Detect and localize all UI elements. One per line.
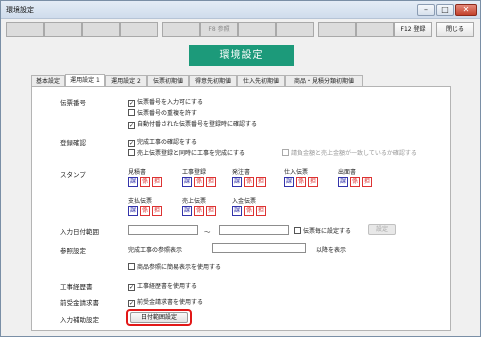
- slip-number-label: 伝票番号: [60, 99, 86, 107]
- stamp-box[interactable]: 課: [128, 177, 138, 187]
- stamp-box[interactable]: 係: [194, 206, 204, 216]
- checkbox-box[interactable]: ✓: [128, 122, 135, 129]
- stamp-group-label: 出面書: [338, 169, 357, 176]
- checkbox-simple-product-ref[interactable]: 商品参照に簡易表示を使用する: [128, 262, 221, 271]
- checkbox-label: 自動付番された伝票番号を登録時に確認する: [137, 121, 258, 128]
- stamp-box[interactable]: 担: [206, 206, 216, 216]
- checkbox-label: 伝票番号を入力可にする: [137, 99, 204, 106]
- stamp-group-label: 発注書: [232, 169, 251, 176]
- stamp-box[interactable]: 係: [194, 177, 204, 187]
- checkbox-label: 商品参照に簡易表示を使用する: [137, 264, 222, 271]
- checkbox-box[interactable]: ✓: [128, 300, 135, 307]
- checkbox-complete-with-sales[interactable]: 売上伝票登録と同時に工事を完成にする: [128, 148, 245, 157]
- stamp-group-label: 売上伝票: [182, 198, 207, 205]
- checkbox-allow-duplicate[interactable]: 伝票番号の重複を許す: [128, 108, 197, 117]
- checkbox-confirm-auto-number[interactable]: ✓ 自動付番された伝票番号を登録時に確認する: [128, 119, 257, 129]
- settings-panel: 伝票番号 ✓ 伝票番号を入力可にする 伝票番号の重複を許す ✓ 自動付番された伝票番…: [31, 86, 451, 331]
- checkbox-box[interactable]: [128, 109, 135, 116]
- checkbox-box[interactable]: [128, 263, 135, 270]
- checkbox-box[interactable]: [128, 149, 135, 156]
- stamp-box[interactable]: 担: [256, 206, 266, 216]
- checkbox-slip-number-editable[interactable]: ✓ 伝票番号を入力可にする: [128, 97, 203, 107]
- fkey-empty: [120, 22, 158, 37]
- checkbox-box[interactable]: [294, 227, 301, 234]
- stamp-box[interactable]: 課: [284, 177, 294, 187]
- close-window-button[interactable]: ✕: [455, 4, 477, 16]
- checkbox-box[interactable]: ✓: [128, 100, 135, 107]
- date-setting-button[interactable]: 設定: [368, 224, 396, 235]
- fkey-empty: [44, 22, 82, 37]
- checkbox-label: 請負金額と売上金額が一致しているか確認する: [291, 150, 417, 157]
- completed-reference-text: 完成工事の参照表示: [128, 247, 183, 254]
- fkey-empty: [318, 22, 356, 37]
- stamp-box[interactable]: 課: [232, 177, 242, 187]
- checkbox-use-advance-invoice[interactable]: ✓ 前受金請求書を使用する: [128, 297, 203, 307]
- stamp-box[interactable]: 担: [152, 177, 162, 187]
- checkbox-confirm-completion[interactable]: ✓ 完成工事の確認をする: [128, 137, 197, 147]
- stamp-box[interactable]: 担: [256, 177, 266, 187]
- date-to-input[interactable]: [219, 225, 289, 235]
- function-key-bar: F8 参照 F12 登録 閉じる: [6, 22, 476, 38]
- page-title-banner: 環境設定: [189, 45, 294, 66]
- reference-date-input[interactable]: [212, 243, 306, 253]
- fkey-f8-reference[interactable]: F8 参照: [200, 22, 238, 37]
- tilde: ～: [204, 228, 211, 236]
- work-history-label: 工事経歴書: [60, 283, 93, 291]
- checkbox-amount-match[interactable]: 請負金額と売上金額が一致しているか確認する: [282, 148, 417, 157]
- checkbox-box[interactable]: [282, 149, 289, 156]
- fkey-empty: [276, 22, 314, 37]
- checkbox-per-slip[interactable]: 伝票毎に設定する: [294, 226, 351, 235]
- checkbox-box[interactable]: ✓: [128, 284, 135, 291]
- advance-invoice-label: 前受金請求書: [60, 299, 99, 307]
- input-assist-label: 入力補助設定: [60, 316, 99, 324]
- date-range-label: 入力日付範囲: [60, 228, 99, 236]
- stamp-box[interactable]: 係: [244, 206, 254, 216]
- stamp-group-label: 見積書: [128, 169, 147, 176]
- register-confirm-label: 登録確認: [60, 139, 86, 147]
- stamp-box[interactable]: 係: [140, 177, 150, 187]
- stamp-box[interactable]: 担: [152, 206, 162, 216]
- stamp-group-label: 工事登録: [182, 169, 207, 176]
- stamp-box[interactable]: 係: [140, 206, 150, 216]
- stamp-box[interactable]: 課: [338, 177, 348, 187]
- fkey-f12-register-button[interactable]: F12 登録: [394, 22, 432, 37]
- stamp-group-label: 仕入伝票: [284, 169, 309, 176]
- checkbox-box[interactable]: ✓: [128, 140, 135, 147]
- checkbox-label: 伝票番号の重複を許す: [137, 110, 198, 117]
- stamp-box[interactable]: 課: [182, 177, 192, 187]
- checkbox-label: 完成工事の確認をする: [137, 139, 198, 146]
- checkbox-use-work-history[interactable]: ✓ 工事経歴書を使用する: [128, 281, 197, 291]
- fkey-empty: [356, 22, 394, 37]
- stamp-box[interactable]: 担: [206, 177, 216, 187]
- stamp-box[interactable]: 担: [308, 177, 318, 187]
- stamp-label: スタンプ: [60, 171, 86, 179]
- stamp-box[interactable]: 担: [362, 177, 372, 187]
- checkbox-label: 工事経歴書を使用する: [137, 283, 198, 290]
- settings-window: 環境設定 – □ ✕ F8 参照 F12 登録 閉じる 環境設定 基本設定 運用…: [0, 0, 481, 337]
- stamp-box[interactable]: 課: [232, 206, 242, 216]
- date-range-setting-button[interactable]: 日付範囲設定: [130, 312, 188, 323]
- fkey-empty: [82, 22, 120, 37]
- fkey-empty: [162, 22, 200, 37]
- window-title: 環境設定: [6, 6, 34, 14]
- close-dialog-button[interactable]: 閉じる: [436, 22, 474, 37]
- checkbox-label: 売上伝票登録と同時に工事を完成にする: [137, 150, 246, 157]
- stamp-box[interactable]: 課: [128, 206, 138, 216]
- minimize-button[interactable]: –: [417, 4, 435, 16]
- stamp-box[interactable]: 係: [296, 177, 306, 187]
- reference-suffix-text: 以降を表示: [316, 247, 347, 254]
- maximize-button[interactable]: □: [436, 4, 454, 16]
- date-from-input[interactable]: [128, 225, 198, 235]
- checkbox-label: 前受金請求書を使用する: [137, 299, 204, 306]
- stamp-group-label: 支払伝票: [128, 198, 153, 205]
- fkey-empty: [6, 22, 44, 37]
- stamp-box[interactable]: 課: [182, 206, 192, 216]
- stamp-box[interactable]: 係: [244, 177, 254, 187]
- reference-setting-label: 参照設定: [60, 247, 86, 255]
- fkey-empty: [238, 22, 276, 37]
- title-bar: 環境設定 – □ ✕: [1, 1, 480, 19]
- stamp-box[interactable]: 係: [350, 177, 360, 187]
- checkbox-label: 伝票毎に設定する: [303, 228, 352, 235]
- stamp-group-label: 入金伝票: [232, 198, 257, 205]
